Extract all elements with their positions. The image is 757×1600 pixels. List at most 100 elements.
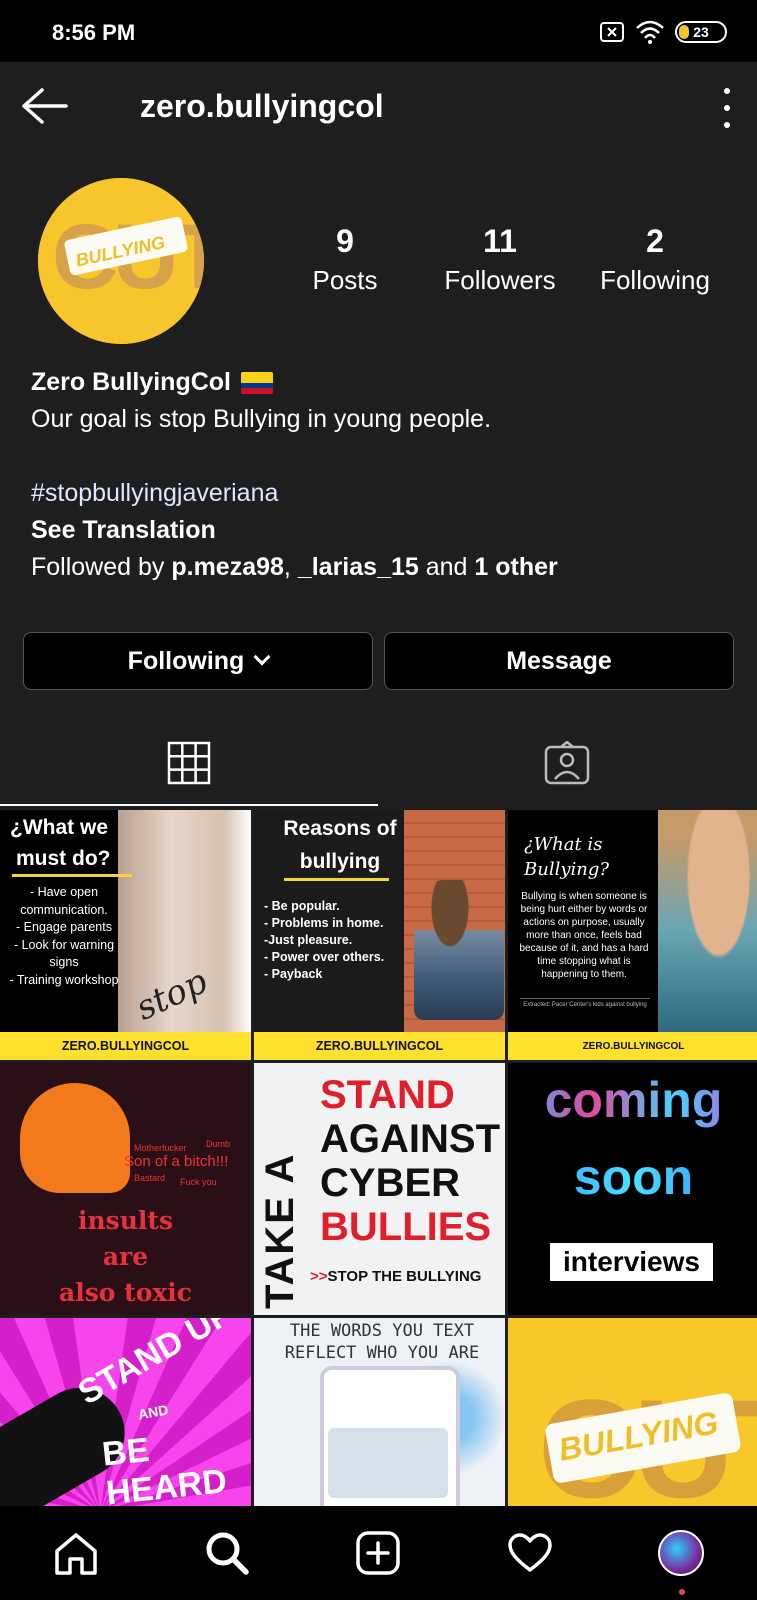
message-bubble-image xyxy=(328,1428,448,1498)
and-text: and xyxy=(418,553,475,581)
followers-label: Followers xyxy=(444,265,556,295)
post-grid: ¿What we must do? - Have open communicat… xyxy=(0,810,757,1506)
insult-text: Dumb xyxy=(206,1139,231,1149)
post-source: Extracted: Pacer Center's kids against b… xyxy=(520,998,650,1008)
action-buttons: Following Message xyxy=(23,632,734,690)
profile-stats: 9 Posts 11 Followers 2 Following xyxy=(270,220,730,298)
heart-icon xyxy=(508,1533,552,1572)
post-title: ¿What is Bullying? xyxy=(524,834,610,880)
vertical-text: TAKE A xyxy=(258,1152,302,1309)
following-button[interactable]: Following xyxy=(23,632,373,690)
more-options-button[interactable] xyxy=(719,88,735,128)
post-title: THE WORDS YOU TEXT REFLECT WHO YOU ARE xyxy=(284,1321,480,1363)
status-bar: 8:56 PM 23 xyxy=(0,0,757,62)
more-dot-icon xyxy=(724,88,730,94)
following-label: Following xyxy=(600,265,710,295)
grid-icon xyxy=(167,741,211,785)
post-thumbnail[interactable]: ¿What we must do? - Have open communicat… xyxy=(0,810,251,1060)
username-title: zero.bullyingcol xyxy=(140,88,384,124)
add-icon xyxy=(356,1531,401,1575)
post-thumbnail[interactable]: THE WORDS YOU TEXT REFLECT WHO YOU ARE xyxy=(254,1318,505,1506)
following-button-label: Following xyxy=(127,646,245,675)
profile-bio: Zero BullyingCol Our goal is stop Bullyi… xyxy=(31,364,731,586)
post-footer: ZERO.BULLYINGCOL xyxy=(508,1032,757,1060)
avatar-art: CUT BULLYING xyxy=(38,178,204,344)
tab-grid[interactable] xyxy=(0,720,378,806)
notification-close-icon xyxy=(600,22,624,42)
follower-link[interactable]: p.meza98 xyxy=(171,553,284,581)
follower-link[interactable]: _larias_15 xyxy=(298,553,419,581)
insult-text: Motherfucker xyxy=(134,1143,187,1153)
list-item: -Just pleasure. xyxy=(264,933,353,947)
post-body: Bullying is when someone is being hurt e… xyxy=(519,891,649,980)
nav-create[interactable] xyxy=(348,1523,408,1583)
separator-text: , xyxy=(283,553,298,581)
followers-stat[interactable]: 11 Followers xyxy=(425,220,575,298)
post-thumbnail[interactable]: Reasons of bullying - Be popular. - Prob… xyxy=(254,810,505,1060)
following-stat[interactable]: 2 Following xyxy=(580,220,730,298)
nav-activity[interactable] xyxy=(500,1523,560,1583)
back-arrow-icon xyxy=(22,88,68,124)
profile-avatar[interactable]: CUT BULLYING xyxy=(38,178,204,344)
post-footer: >>STOP THE BULLYING xyxy=(310,1268,482,1285)
post-list: - Be popular. - Problems in home. -Just … xyxy=(264,898,384,983)
posts-label: Posts xyxy=(312,265,378,295)
nav-search[interactable] xyxy=(197,1523,257,1583)
head-silhouette-image xyxy=(20,1083,130,1193)
post-thumbnail[interactable]: ¿What is Bullying? Bullying is when some… xyxy=(508,810,757,1060)
list-item: - Training workshop xyxy=(9,972,119,987)
followed-by[interactable]: Followed by p.meza98, _larias_15 and 1 o… xyxy=(31,549,731,586)
bio-hashtag[interactable]: #stopbullyingjaveriana xyxy=(31,475,731,512)
post-thumbnail[interactable]: Motherfucker Dumb Son of a bitch!!! Bast… xyxy=(0,1063,251,1315)
list-item: - Power over others. xyxy=(264,950,385,964)
insult-main-text: Son of a bitch!!! xyxy=(124,1153,229,1170)
bio-description: Our goal is stop Bullying in young peopl… xyxy=(31,405,492,433)
profile-name: Zero BullyingCol xyxy=(31,368,231,396)
post-thumbnail[interactable]: TAKE A STAND AGAINST CYBER BULLIES >>STO… xyxy=(254,1063,505,1315)
chevron-down-icon xyxy=(253,648,271,666)
search-icon xyxy=(206,1532,249,1575)
message-button-label: Message xyxy=(506,646,612,675)
list-item: - Look for warning signs xyxy=(13,937,115,970)
tab-tagged[interactable] xyxy=(378,720,756,806)
kid-image xyxy=(414,880,504,1020)
post-footer: ZERO.BULLYINGCOL xyxy=(0,1032,251,1060)
back-button[interactable] xyxy=(20,86,70,126)
title-underline xyxy=(12,874,132,877)
followed-by-prefix: Followed by xyxy=(31,553,172,581)
post-label: interviews xyxy=(550,1243,713,1281)
kid-crying-image xyxy=(658,810,757,1032)
others-link[interactable]: 1 other xyxy=(474,553,557,581)
list-item: - Engage parents xyxy=(16,920,112,934)
see-translation-link[interactable]: See Translation xyxy=(31,512,731,549)
posts-count: 9 xyxy=(336,223,354,259)
more-dot-icon xyxy=(724,105,730,111)
message-button[interactable]: Message xyxy=(384,632,734,690)
post-thumbnail[interactable]: STAND UP AND BE HEARD xyxy=(0,1318,251,1506)
profile-header: zero.bullyingcol xyxy=(0,62,757,154)
post-subtitle: BE HEARD xyxy=(100,1430,229,1506)
insult-text: Fuck you xyxy=(180,1177,217,1187)
post-title: STAND AGAINST CYBER BULLIES xyxy=(320,1073,500,1249)
nav-profile[interactable] xyxy=(651,1523,711,1595)
tagged-icon xyxy=(544,741,590,785)
post-thumbnail[interactable]: CUT BULLYING xyxy=(508,1318,757,1506)
battery-level: 23 xyxy=(693,24,709,40)
post-title: insults are also toxic xyxy=(59,1206,192,1307)
title-underline xyxy=(284,878,389,881)
post-title: ¿What we must do? xyxy=(10,816,111,870)
nav-home[interactable] xyxy=(46,1523,106,1583)
posts-stat[interactable]: 9 Posts xyxy=(270,220,420,298)
status-time: 8:56 PM xyxy=(52,20,136,45)
more-dot-icon xyxy=(724,122,730,128)
bottom-navigation xyxy=(0,1506,757,1600)
followers-count: 11 xyxy=(483,223,517,259)
profile-name-row: Zero BullyingCol xyxy=(31,364,731,401)
status-icons: 23 xyxy=(599,20,727,44)
post-thumbnail[interactable]: coming soon interviews xyxy=(508,1063,757,1315)
list-item: - Payback xyxy=(264,967,323,981)
active-tab-indicator xyxy=(0,804,378,806)
profile-tabs xyxy=(0,720,757,806)
list-item: - Problems in home. xyxy=(264,916,384,930)
post-footer: ZERO.BULLYINGCOL xyxy=(254,1032,505,1060)
